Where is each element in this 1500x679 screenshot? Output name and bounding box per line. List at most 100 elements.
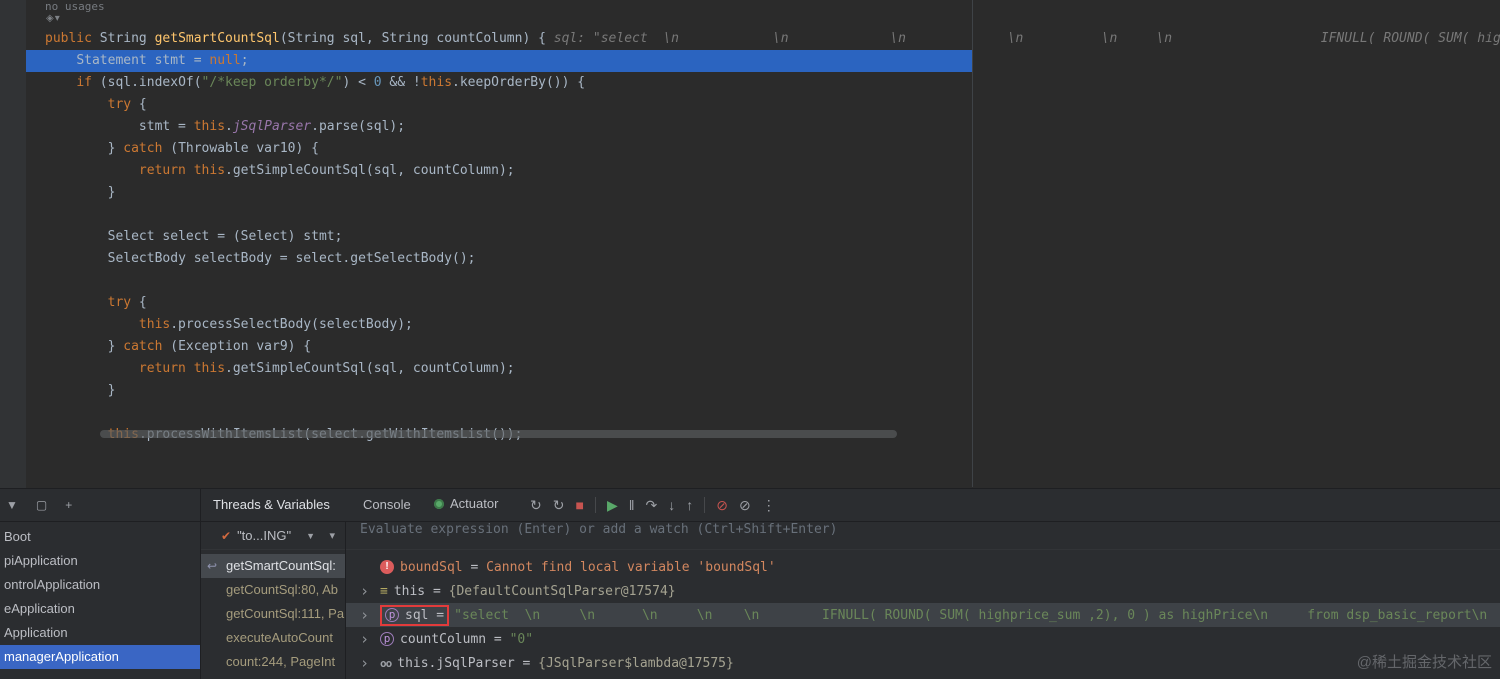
code-line: try {	[107, 295, 147, 310]
annotation-red-box: p sql =	[380, 604, 450, 626]
service-item[interactable]: eApplication	[0, 597, 200, 621]
expand-chevron-icon[interactable]: ›	[360, 654, 380, 672]
current-frame-icon: ↩	[207, 559, 218, 573]
mute-breakpoints-icon[interactable]: ⊘	[716, 497, 728, 514]
parameter-icon: p	[385, 608, 399, 622]
step-into-icon[interactable]: ↓	[668, 497, 675, 513]
watermark: @稀土掘金技术社区	[1356, 654, 1492, 671]
stop-icon[interactable]: ■	[575, 497, 583, 513]
variables-list: ! boundSql = Cannot find local variable '…	[346, 555, 1500, 675]
resume-icon[interactable]: ▶	[607, 497, 618, 514]
code-line: Statement stmt = null;	[0, 50, 1500, 72]
code-line: return this.getSimpleCountSql(sql, count…	[138, 163, 515, 178]
code-vision-usages[interactable]: no usages	[45, 0, 105, 13]
code-line: }	[107, 185, 116, 200]
code-line: Select select = (Select) stmt;	[107, 229, 343, 244]
this-icon: ≡	[380, 583, 388, 599]
thread-label: "to...ING"	[237, 528, 292, 543]
variable-name: countColumn	[400, 631, 487, 647]
variable-value: "0"	[509, 631, 534, 647]
code-line: } catch (Exception var9) {	[107, 339, 312, 354]
toolbar-separator	[594, 497, 596, 513]
stack-frame[interactable]: getCountSql:80, Ab	[201, 578, 345, 602]
variable-row[interactable]: ! boundSql = Cannot find local variable '…	[346, 555, 1500, 579]
variable-name: this.jSqlParser	[397, 655, 515, 671]
variable-value: Cannot find local variable 'boundSql'	[486, 559, 776, 575]
stack-frame[interactable]: getCountSql:111, Pa	[201, 602, 345, 626]
code-line: } catch (Throwable var10) {	[107, 141, 319, 156]
variable-row[interactable]: › oo this.jSqlParser = {JSqlParser$lambda@…	[346, 651, 1500, 675]
code-line: if (sql.indexOf("/*keep orderby*/") < 0 …	[76, 75, 586, 90]
variable-name: this	[393, 583, 426, 599]
horizontal-scrollbar[interactable]	[100, 430, 897, 438]
service-item[interactable]: Boot	[0, 525, 200, 549]
variable-row[interactable]: › p sql = "select \n \n \n \n \n IFNULL( RO…	[346, 603, 1500, 627]
more-options-icon[interactable]: ⋮	[762, 497, 776, 514]
disable-renderers-icon[interactable]: ⊘	[739, 497, 751, 514]
frame-label: getCountSql:80, Ab	[226, 582, 339, 597]
service-item[interactable]: managerApplication	[0, 645, 200, 669]
step-out-icon[interactable]: ↑	[686, 497, 693, 513]
error-icon: !	[380, 560, 394, 574]
toolbar-icons: ↻ ↻ ■ ▶ ‖ ↷ ↓ ↑ ⊘ ⊘ ⋮	[530, 489, 776, 521]
variable-row[interactable]: › p countColumn = "0"	[346, 627, 1500, 651]
service-item[interactable]: Application	[0, 621, 200, 645]
expand-chevron-icon[interactable]: ›	[360, 606, 380, 624]
add-service-icon[interactable]: +	[65, 498, 72, 512]
actuator-icon	[434, 498, 444, 509]
stack-frame[interactable]: ↩ getSmartCountSql:	[201, 554, 345, 578]
stack-frame[interactable]: executeAutoCount	[201, 626, 345, 650]
code-lines: public String getSmartCountSql(String sq…	[0, 28, 1500, 446]
step-over-icon[interactable]: ↷	[646, 497, 658, 514]
variable-name: boundSql	[400, 559, 463, 575]
tab-actuator[interactable]: Actuator	[434, 496, 498, 511]
evaluate-placeholder: Evaluate expression (Enter) or add a wat…	[360, 522, 838, 537]
pause-icon[interactable]: ‖	[629, 497, 635, 513]
frame-label: getSmartCountSql:	[226, 558, 336, 573]
watch-icon: oo	[380, 656, 392, 670]
code-line: this.processSelectBody(selectBody);	[138, 317, 413, 332]
services-toolbar: ▼ ▢ +	[6, 492, 72, 518]
variable-value: "select \n \n \n \n \n IFNULL( ROUND( SU…	[454, 607, 1500, 623]
debug-toolbar: Threads & Variables Console Actuator ↻ ↻ ■…	[200, 489, 1500, 521]
expand-chevron-icon[interactable]: ›	[360, 630, 380, 648]
debug-tool-window: ▼ ▢ + Boot piApplication ontrolApplication eA…	[0, 488, 1500, 679]
variable-row[interactable]: › ≡ this = {DefaultCountSqlParser@17574}	[346, 579, 1500, 603]
tab-console[interactable]: Console	[363, 497, 411, 512]
code-line: try {	[107, 97, 147, 112]
variable-value: {JSqlParser$lambda@17575}	[538, 655, 734, 671]
code-line: stmt = this.jSqlParser.parse(sql);	[138, 119, 406, 134]
expand-chevron-icon[interactable]: ›	[360, 582, 380, 600]
thread-dropdown-chevron-icon[interactable]: ▾	[329, 529, 335, 542]
code-line: public String getSmartCountSql(String sq…	[45, 31, 1500, 46]
method-gutter-icon[interactable]: ◈▾	[46, 13, 61, 24]
tab-threads-variables[interactable]: Threads & Variables	[213, 497, 330, 512]
stack-frame[interactable]: count:244, PageInt	[201, 650, 345, 674]
frame-label: count:244, PageInt	[226, 654, 336, 669]
service-item[interactable]: ontrolApplication	[0, 573, 200, 597]
code-line: }	[107, 383, 116, 398]
variables-main: Evaluate expression (Enter) or add a wat…	[346, 522, 1500, 679]
new-window-icon[interactable]: ▢	[36, 498, 47, 512]
filter-icon[interactable]: ▼	[6, 498, 18, 512]
service-item[interactable]: piApplication	[0, 549, 200, 573]
frames-filter-icon[interactable]: ▼	[306, 531, 315, 541]
variable-value: {DefaultCountSqlParser@17574}	[448, 583, 676, 599]
variable-name: sql	[405, 607, 429, 623]
code-editor: no usages ◈▾ public String getSmartCount…	[0, 0, 1500, 488]
evaluate-expression-input[interactable]: Evaluate expression (Enter) or add a wat…	[346, 522, 1500, 550]
actuator-label: Actuator	[450, 496, 499, 511]
toolbar-separator	[704, 497, 706, 513]
services-list: Boot piApplication ontrolApplication eAppli…	[0, 525, 200, 669]
frame-label: executeAutoCount	[226, 630, 333, 645]
rerun-debug-icon[interactable]: ↻	[553, 497, 565, 514]
thread-selector[interactable]: ✔ "to...ING" ▼ ▾	[201, 522, 345, 550]
frames-list: ↩ getSmartCountSql: getCountSql:80, Ab getC…	[201, 554, 345, 674]
right-margin-guide	[972, 0, 973, 487]
rerun-icon[interactable]: ↻	[530, 497, 542, 514]
thread-status-icon: ✔	[221, 528, 232, 543]
code-line: SelectBody selectBody = select.getSelect…	[107, 251, 476, 266]
